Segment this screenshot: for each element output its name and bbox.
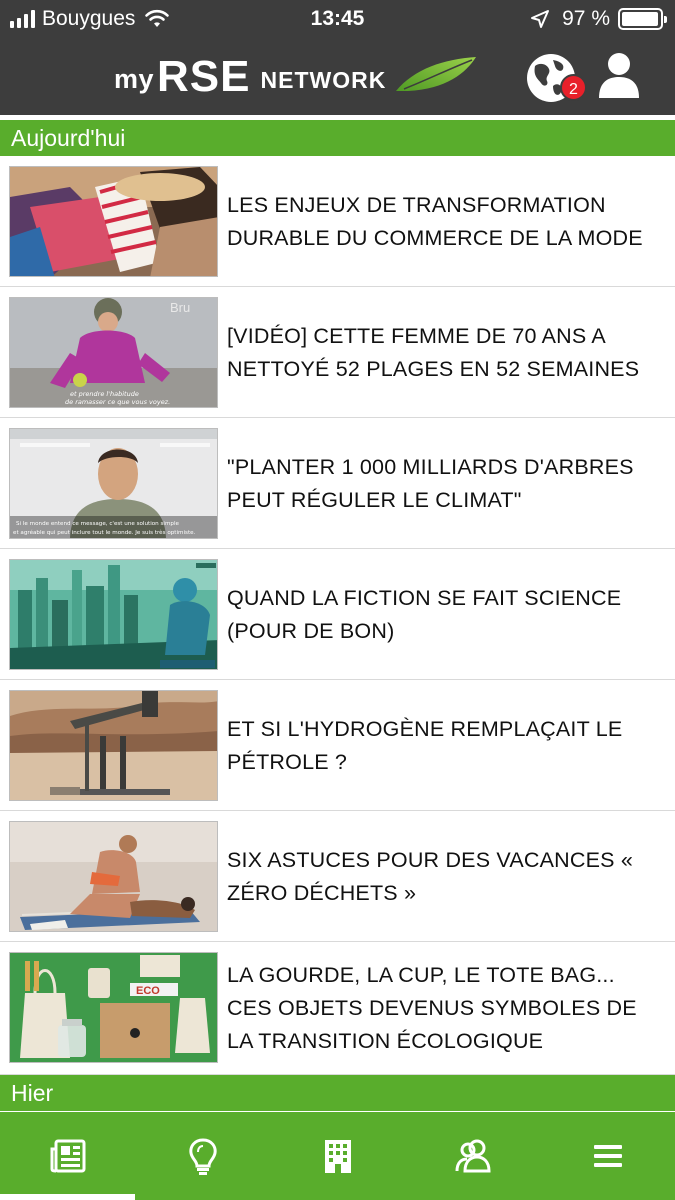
location-arrow-icon <box>531 10 550 28</box>
app-header: Bouygues 13:45 97 % my RSE NETWORK 2 <box>0 0 675 115</box>
active-tab-indicator <box>0 1194 135 1200</box>
logo-network: NETWORK <box>260 67 387 93</box>
logo-rse: RSE <box>157 52 251 101</box>
tab-menu[interactable] <box>540 1112 675 1200</box>
leaf-logo-icon <box>396 57 477 91</box>
tab-news[interactable] <box>0 1112 135 1200</box>
article-thumbnail <box>9 690 218 801</box>
futuristic-city-image <box>10 560 217 669</box>
lightbulb-icon <box>188 1138 217 1175</box>
article-title[interactable]: [VIDÉO] CETTE FEMME DE 70 ANS A NETTOYÉ … <box>227 287 661 418</box>
article-title[interactable]: ET SI L'HYDROGÈNE REMPLAÇAIT LE PÉTROLE … <box>227 680 661 811</box>
user-icon[interactable] <box>598 52 640 98</box>
community-icon <box>455 1139 491 1173</box>
article-thumbnail <box>9 166 218 277</box>
section-header-yesterday: Hier <box>0 1075 675 1111</box>
article-item[interactable]: QUAND LA FICTION SE FAIT SCIENCE (POUR D… <box>0 549 675 680</box>
logo-my: my <box>114 64 155 94</box>
news-icon <box>50 1139 85 1173</box>
status-bar: Bouygues 13:45 97 % <box>0 0 675 40</box>
app-logo[interactable]: my RSE NETWORK <box>114 55 478 99</box>
notification-badge[interactable]: 2 <box>560 74 587 101</box>
article-title[interactable]: SIX ASTUCES POUR DES VACANCES « ZÉRO DÉC… <box>227 811 661 942</box>
article-thumbnail <box>9 821 218 932</box>
beach-cleaner-image: et prendre l'habitude de ramasser ce que… <box>10 298 217 407</box>
thumb-caption-2: de ramasser ce que vous voyez. <box>65 398 170 406</box>
building-icon <box>324 1140 351 1173</box>
article-title[interactable]: LA GOURDE, LA CUP, LE TOTE BAG... CES OB… <box>227 942 661 1075</box>
thumb-caption-2: et agréable qui peut inclure tout le mon… <box>13 529 196 536</box>
article-title[interactable]: LES ENJEUX DE TRANSFORMATION DURABLE DU … <box>227 156 661 287</box>
battery-fill <box>622 12 658 26</box>
article-title[interactable]: "PLANTER 1 000 MILLIARDS D'ARBRES PEUT R… <box>227 418 661 549</box>
article-item[interactable]: LES ENJEUX DE TRANSFORMATION DURABLE DU … <box>0 156 675 287</box>
tab-community[interactable] <box>405 1112 540 1200</box>
beach-vacation-image <box>10 822 217 931</box>
section-header-today: Aujourd'hui <box>0 120 675 156</box>
bottom-tab-bar <box>0 1112 675 1200</box>
article-item[interactable]: ET SI L'HYDROGÈNE REMPLAÇAIT LE PÉTROLE … <box>0 680 675 811</box>
battery-icon <box>618 8 667 30</box>
battery-percent: 97 % <box>562 7 610 30</box>
article-item[interactable]: SIX ASTUCES POUR DES VACANCES « ZÉRO DÉC… <box>0 811 675 942</box>
eco-objects-image: ECO <box>10 953 217 1062</box>
tab-ideas[interactable] <box>135 1112 270 1200</box>
article-title[interactable]: QUAND LA FICTION SE FAIT SCIENCE (POUR D… <box>227 549 661 680</box>
article-thumbnail <box>9 559 218 670</box>
article-item[interactable]: Si le monde entend ce message, c'est une… <box>0 418 675 549</box>
article-thumbnail: et prendre l'habitude de ramasser ce que… <box>9 297 218 408</box>
scientist-interview-image: Si le monde entend ce message, c'est une… <box>10 429 217 538</box>
status-right: 97 % <box>530 7 667 31</box>
thumb-caption-1: Si le monde entend ce message, c'est une… <box>16 521 180 527</box>
thumb-watermark: Bru <box>170 300 190 315</box>
tab-companies[interactable] <box>270 1112 405 1200</box>
thumb-caption-1: et prendre l'habitude <box>70 390 139 398</box>
article-thumbnail: Si le monde entend ce message, c'est une… <box>9 428 218 539</box>
thumb-eco-label: ECO <box>136 985 160 997</box>
article-item[interactable]: et prendre l'habitude de ramasser ce que… <box>0 287 675 418</box>
article-item[interactable]: ECO LA GOURDE, LA CUP, LE TOTE BAG... CE… <box>0 942 675 1075</box>
oil-pump-image <box>10 691 217 800</box>
menu-icon <box>593 1145 622 1167</box>
article-thumbnail: ECO <box>9 952 218 1063</box>
fashion-bags-image <box>10 167 217 276</box>
